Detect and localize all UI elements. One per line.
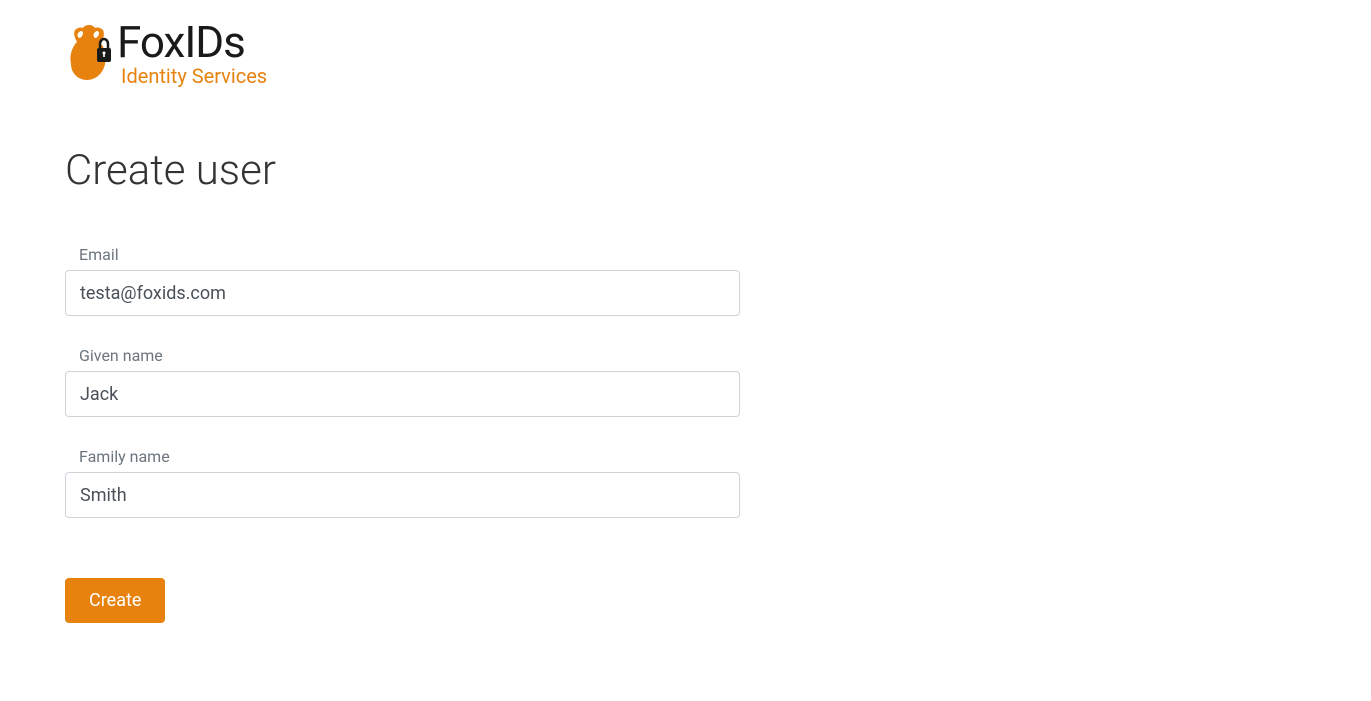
email-field[interactable] [65, 270, 740, 316]
family-name-field[interactable] [65, 472, 740, 518]
given-name-group: Given name [65, 346, 740, 417]
brand-title: FoxIDs [117, 20, 267, 64]
brand-subtitle: Identity Services [121, 66, 267, 86]
family-name-label: Family name [79, 447, 740, 466]
email-group: Email [65, 245, 740, 316]
brand-text: FoxIDs Identity Services [117, 20, 267, 86]
email-label: Email [79, 245, 740, 264]
family-name-group: Family name [65, 447, 740, 518]
create-button[interactable]: Create [65, 578, 165, 623]
page-title: Create user [65, 146, 1306, 195]
header: FoxIDs Identity Services [65, 20, 1306, 86]
fox-logo-icon [65, 22, 115, 84]
given-name-label: Given name [79, 346, 740, 365]
given-name-field[interactable] [65, 371, 740, 417]
